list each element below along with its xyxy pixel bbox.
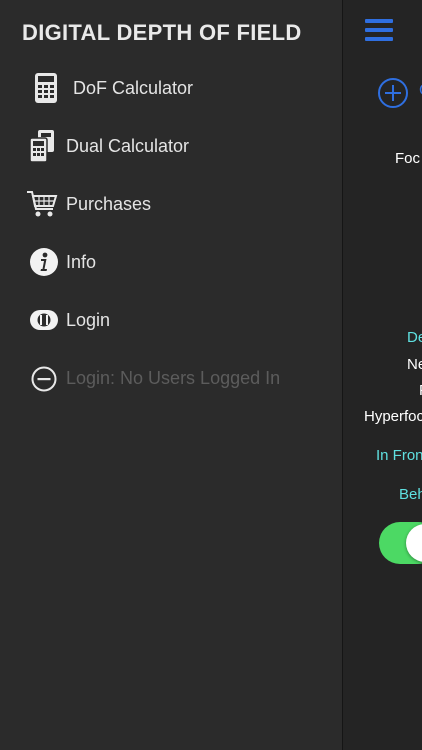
- menu-label-login: Login: [66, 310, 111, 330]
- toggle-switch[interactable]: [379, 522, 422, 564]
- behind-label: Beh: [399, 486, 422, 503]
- menu-item-dual-calculator[interactable]: Dual Calculator: [0, 121, 342, 171]
- dual-calculator-icon: [29, 130, 54, 162]
- menu-label-dof-calculator: DoF Calculator: [73, 78, 194, 98]
- info-icon: [30, 248, 58, 276]
- minus-circle-icon: [31, 366, 57, 392]
- main-content-peek: C Foc De Ne F Hyperfoc In Fron Beh: [342, 0, 422, 750]
- near-label: Ne: [407, 356, 422, 373]
- calculator-icon: [35, 73, 57, 103]
- drawer-title: DIGITAL DEPTH OF FIELD: [22, 20, 302, 45]
- menu-label-dual-calculator: Dual Calculator: [66, 136, 190, 156]
- hyperfocal-label: Hyperfoc: [364, 408, 422, 425]
- depth-label: De: [407, 329, 422, 346]
- in-front-label: In Fron: [376, 447, 422, 464]
- menu-item-purchases[interactable]: Purchases: [0, 179, 342, 229]
- menu-label-info: Info: [66, 252, 97, 272]
- hamburger-menu-icon[interactable]: [365, 19, 393, 41]
- toggle-login-icon: [30, 310, 58, 330]
- focal-label: Foc: [395, 150, 421, 167]
- side-drawer: DIGITAL DEPTH OF FIELD DoF Calculator Du: [0, 0, 342, 750]
- menu-label-purchases: Purchases: [66, 194, 152, 214]
- menu-item-info[interactable]: Info: [0, 237, 342, 287]
- shopping-cart-icon: [27, 191, 58, 217]
- menu-item-login[interactable]: Login: [0, 295, 342, 345]
- toggle-knob: [406, 524, 422, 562]
- menu-item-dof-calculator[interactable]: DoF Calculator: [0, 63, 342, 113]
- add-plus-icon[interactable]: [378, 78, 408, 108]
- menu-item-login-status: Login: No Users Logged In: [0, 353, 342, 403]
- menu-label-login-status: Login: No Users Logged In: [66, 368, 281, 388]
